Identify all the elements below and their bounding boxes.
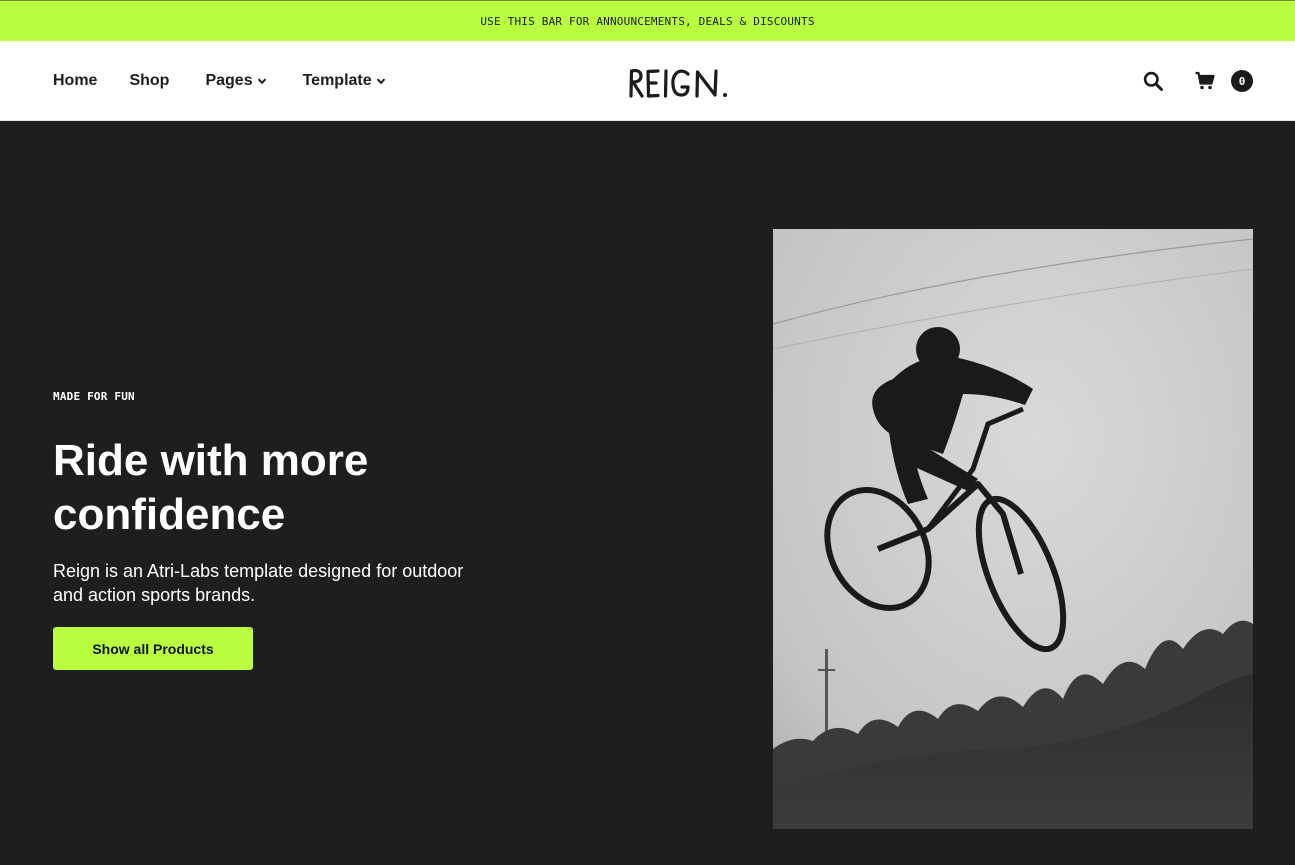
nav-item-pages[interactable]: Pages (205, 72, 266, 90)
hero-eyebrow: MADE FOR FUN (53, 390, 135, 403)
hero-subtitle: Reign is an Atri-Labs template designed … (53, 561, 464, 605)
cart-count-badge: 0 (1231, 70, 1253, 92)
search-icon[interactable] (1141, 69, 1165, 93)
header-actions: 0 (1141, 41, 1253, 121)
nav-item-label: Shop (129, 72, 170, 89)
nav-item-shop[interactable]: Shop (129, 72, 169, 90)
nav-item-template[interactable]: Template (303, 72, 386, 90)
main-nav: Home Shop Pages Template (53, 41, 386, 121)
announcement-bar: USE THIS BAR FOR ANNOUNCEMENTS, DEALS & … (0, 0, 1295, 41)
nav-item-label: Template (302, 72, 372, 89)
nav-item-label: Pages (205, 72, 253, 89)
hero-section: MADE FOR FUN Ride with more confidence R… (0, 121, 1295, 865)
nav-item-label: Home (53, 72, 98, 89)
site-header: Home Shop Pages Template 0 (0, 41, 1295, 121)
cart-button[interactable]: 0 (1193, 69, 1253, 93)
show-all-products-button[interactable]: Show all Products (53, 627, 253, 670)
hero-title: Ride with more confidence (53, 436, 369, 539)
brand-logo[interactable] (627, 65, 731, 101)
hero-image (773, 229, 1253, 829)
cart-icon (1193, 69, 1217, 93)
announcement-text: USE THIS BAR FOR ANNOUNCEMENTS, DEALS & … (480, 14, 815, 28)
nav-item-home[interactable]: Home (53, 72, 97, 90)
chevron-down-icon (376, 76, 386, 86)
chevron-down-icon (257, 76, 267, 86)
